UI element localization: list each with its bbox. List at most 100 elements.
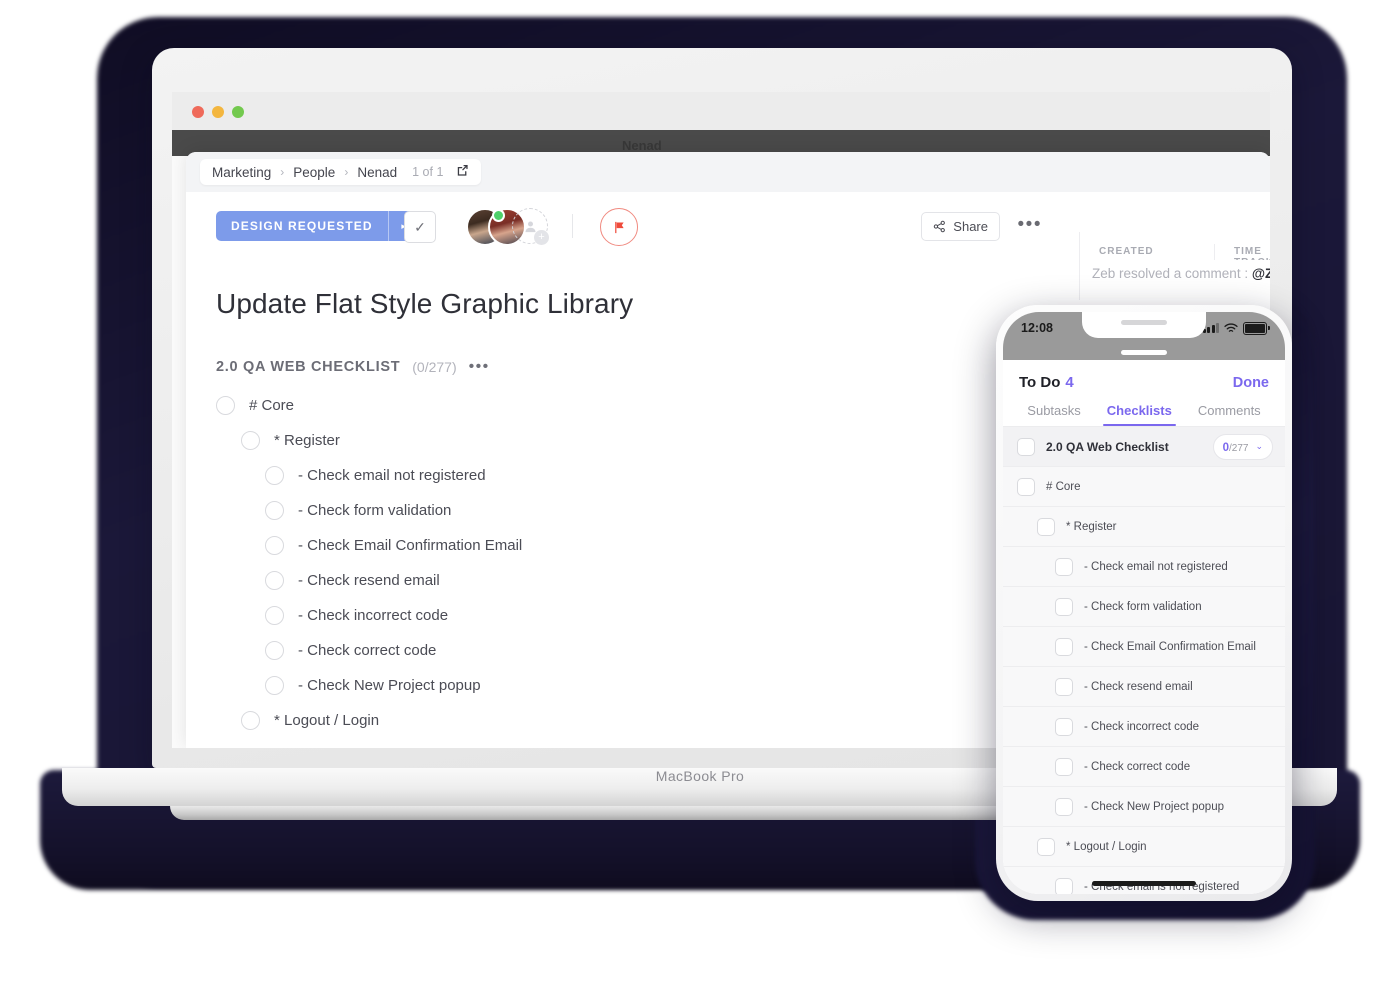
checklist-more-icon[interactable]: ••• xyxy=(469,358,490,376)
task-toolbar: DESIGN REQUESTED ▸ ✓ + xyxy=(186,192,1270,300)
priority-flag-button[interactable] xyxy=(600,208,638,246)
created-label: CREATED xyxy=(1099,246,1154,257)
more-options-button[interactable]: ••• xyxy=(1018,214,1042,236)
breadcrumb-item-marketing[interactable]: Marketing xyxy=(212,165,271,180)
list-item[interactable]: * Register xyxy=(1003,507,1285,547)
checklist-items: # Core * Register - Check email not regi… xyxy=(216,388,1036,738)
list-item-label: - Check incorrect code xyxy=(1084,720,1200,733)
mark-complete-button[interactable]: ✓ xyxy=(404,211,436,243)
checkbox-ring-icon[interactable] xyxy=(265,466,284,485)
list-item[interactable]: - Check resend email xyxy=(216,563,1036,598)
toolbar-divider xyxy=(572,214,573,238)
checkbox-ring-icon[interactable] xyxy=(241,431,260,450)
mac-window-chrome xyxy=(172,92,1270,130)
list-item-label: - Check Email Confirmation Email xyxy=(1084,640,1256,653)
checkbox-icon[interactable] xyxy=(1017,437,1035,456)
task-content: Update Flat Style Graphic Library 2.0 QA… xyxy=(186,260,1079,748)
list-item-label: * Register xyxy=(274,432,340,449)
breadcrumb-item-people[interactable]: People xyxy=(293,165,335,180)
close-traffic-light[interactable] xyxy=(192,106,204,118)
list-item-label: # Core xyxy=(249,397,295,414)
list-item-label: - Check correct code xyxy=(298,642,437,659)
list-item[interactable]: # Core xyxy=(1003,467,1285,507)
list-item-label: - Check New Project popup xyxy=(298,677,481,694)
checkbox-icon[interactable] xyxy=(1055,637,1073,656)
list-item[interactable]: - Check resend email xyxy=(1003,667,1285,707)
phone-notch xyxy=(1082,312,1206,338)
checkbox-icon[interactable] xyxy=(1055,797,1073,816)
list-item-label: - Check form validation xyxy=(1084,600,1202,613)
wifi-icon xyxy=(1224,322,1238,332)
checkbox-icon[interactable] xyxy=(1055,717,1073,736)
breadcrumb[interactable]: Marketing › People › Nenad 1 of 1 xyxy=(200,159,482,185)
sheet-grabber[interactable] xyxy=(1121,349,1167,355)
checkbox-icon[interactable] xyxy=(1055,877,1073,894)
list-item[interactable]: - Check Email Confirmation Email xyxy=(1003,627,1285,667)
list-item[interactable]: - Check New Project popup xyxy=(216,668,1036,703)
checkbox-icon[interactable] xyxy=(1055,557,1073,576)
checkbox-ring-icon[interactable] xyxy=(265,536,284,555)
list-item[interactable]: * Logout / Login xyxy=(216,703,1036,738)
add-assignee-button[interactable]: + xyxy=(512,208,549,245)
checkbox-icon[interactable] xyxy=(1037,837,1055,856)
list-item[interactable]: * Register xyxy=(216,423,1036,458)
list-item[interactable]: # Core xyxy=(216,388,1036,423)
checklist-group-row[interactable]: 2.0 QA Web Checklist 0/277 ⌄ xyxy=(1003,427,1285,467)
list-item[interactable]: - Check Email Confirmation Email xyxy=(216,528,1036,563)
checkbox-ring-icon[interactable] xyxy=(241,711,260,730)
phone-bottom-sheet: To Do 4 Done Subtasks Checklists Comments… xyxy=(1003,360,1285,894)
maximize-traffic-light[interactable] xyxy=(232,106,244,118)
list-item[interactable]: * Logout / Login xyxy=(1003,827,1285,867)
done-button[interactable]: Done xyxy=(1233,375,1269,391)
checkbox-ring-icon[interactable] xyxy=(265,641,284,660)
checkbox-icon[interactable] xyxy=(1055,757,1073,776)
checklist-progress[interactable]: 0/277 ⌄ xyxy=(1212,433,1273,460)
minimize-traffic-light[interactable] xyxy=(212,106,224,118)
list-item-label: - Check resend email xyxy=(1084,680,1193,693)
list-item-label: # Core xyxy=(1046,480,1081,493)
list-item[interactable]: - Check incorrect code xyxy=(216,598,1036,633)
status-dropdown[interactable]: DESIGN REQUESTED ▸ xyxy=(216,211,419,241)
list-item-label: - Check New Project popup xyxy=(1084,800,1224,813)
breadcrumb-item-nenad[interactable]: Nenad xyxy=(357,165,397,180)
list-item[interactable]: - Check correct code xyxy=(1003,747,1285,787)
home-indicator[interactable] xyxy=(1092,881,1196,886)
checkbox-ring-icon[interactable] xyxy=(265,571,284,590)
checkbox-icon[interactable] xyxy=(1017,477,1035,496)
todo-label: To Do xyxy=(1019,374,1061,391)
list-item-label: - Check Email Confirmation Email xyxy=(298,537,523,554)
phone-sheet-grabber-row[interactable] xyxy=(1003,344,1285,360)
share-icon xyxy=(934,220,946,233)
tab-comments[interactable]: Comments xyxy=(1198,403,1261,426)
chevron-down-icon[interactable]: ⌄ xyxy=(1255,441,1263,452)
todo-count: 4 xyxy=(1065,374,1074,391)
checklist-count: (0/277) xyxy=(412,359,457,375)
checkbox-icon[interactable] xyxy=(1055,597,1073,616)
open-external-icon[interactable] xyxy=(456,164,469,180)
tab-checklists[interactable]: Checklists xyxy=(1102,403,1176,426)
checkbox-icon[interactable] xyxy=(1055,677,1073,696)
list-item[interactable]: - Check form validation xyxy=(1003,587,1285,627)
checkbox-ring-icon[interactable] xyxy=(265,501,284,520)
checkbox-ring-icon[interactable] xyxy=(216,396,235,415)
checklist-name: 2.0 QA WEB CHECKLIST xyxy=(216,359,401,375)
checkbox-ring-icon[interactable] xyxy=(265,676,284,695)
list-item[interactable]: - Check email not registered xyxy=(216,458,1036,493)
list-item-label: - Check incorrect code xyxy=(298,607,449,624)
list-item[interactable]: - Check correct code xyxy=(216,633,1036,668)
breadcrumb-separator-icon: › xyxy=(280,165,285,179)
checkbox-ring-icon[interactable] xyxy=(265,606,284,625)
checklist-total-count: /277 xyxy=(1228,442,1249,454)
list-item[interactable]: - Check incorrect code xyxy=(1003,707,1285,747)
breadcrumb-count: 1 of 1 xyxy=(412,165,444,179)
share-label: Share xyxy=(953,219,988,234)
list-item[interactable]: - Check form validation xyxy=(216,493,1036,528)
list-item[interactable]: - Check New Project popup xyxy=(1003,787,1285,827)
check-icon: ✓ xyxy=(414,218,426,235)
phone-tabs: Subtasks Checklists Comments xyxy=(1003,401,1285,426)
checkbox-icon[interactable] xyxy=(1037,517,1055,536)
tab-subtasks[interactable]: Subtasks xyxy=(1027,403,1080,426)
phone-status-bar: 12:08 xyxy=(1003,312,1285,344)
share-button[interactable]: Share xyxy=(921,212,1000,241)
list-item[interactable]: - Check email not registered xyxy=(1003,547,1285,587)
